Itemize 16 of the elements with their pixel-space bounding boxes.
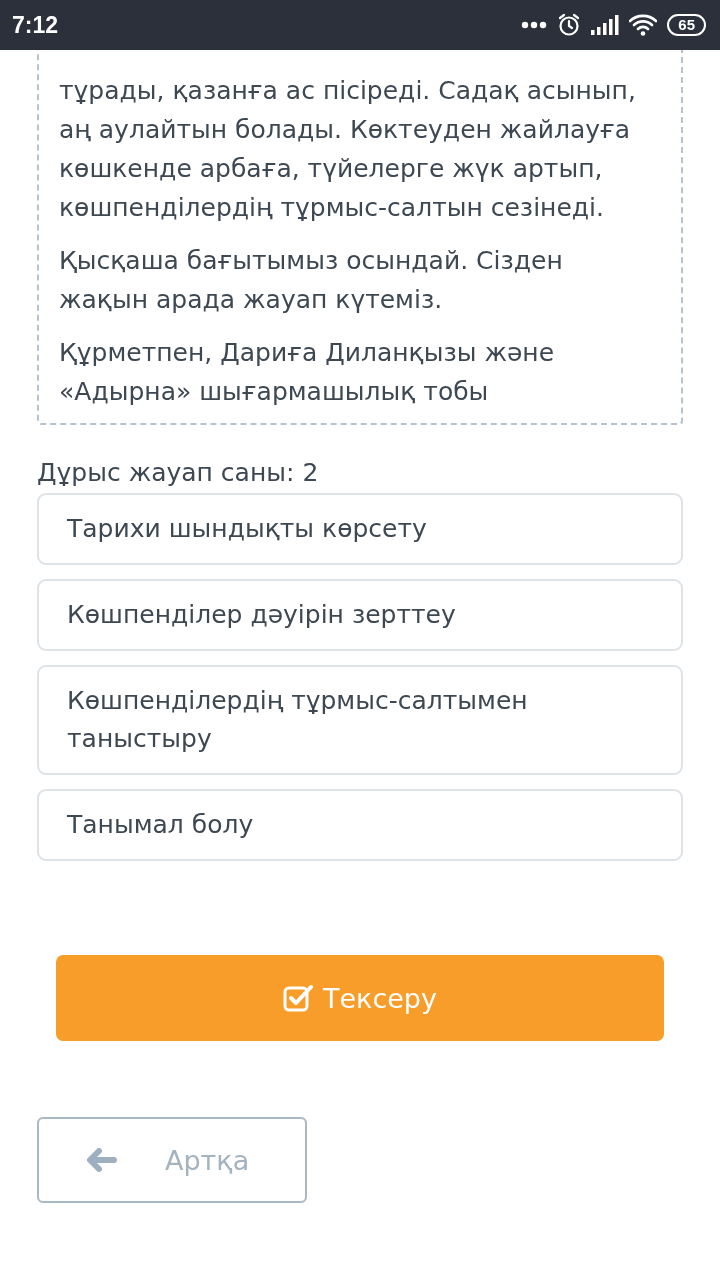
arrow-left-icon xyxy=(87,1148,117,1172)
letter-paragraph: тұрады, қазанға ас пісіреді. Садақ асынып, аң аулайтын болады. Көктеуден жайлауға көшкенде арбаға, түйелерге жүк артып, көшпенділердің тұрмыс-салтын сезінеді. xyxy=(59,75,637,224)
letter-paragraph: Құрметпен, Дариға Диланқызы және «Адырна» шығармашылық тобы xyxy=(59,337,556,408)
answer-option[interactable]: Танымал болу xyxy=(37,789,683,861)
alarm-icon xyxy=(557,13,582,37)
wifi-icon xyxy=(629,14,658,36)
battery-level: 65 xyxy=(667,14,706,36)
more-icon xyxy=(521,21,548,29)
answer-option[interactable]: Көшпенділер дәуірін зерттеу xyxy=(37,579,683,651)
answer-option[interactable]: Тарихи шындықты көрсету xyxy=(37,493,683,565)
answer-count: Дұрыс жауап саны: 2 xyxy=(37,457,320,489)
answer-option[interactable]: Көшпенділердің тұрмыс-салтымен таныстыру xyxy=(37,665,683,775)
letter-paragraph: Қысқаша бағытымыз осындай. Сізден жақын арада жауап күтеміз. xyxy=(59,245,564,316)
signal-icon xyxy=(591,15,620,35)
clock-time: 7:12 xyxy=(12,11,59,39)
checkbox-icon xyxy=(283,984,313,1012)
